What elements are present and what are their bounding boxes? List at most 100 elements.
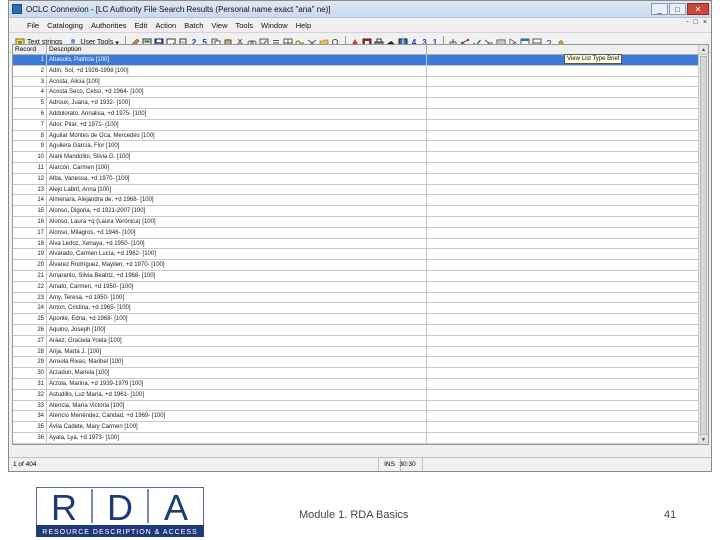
- mdi-minimize-button[interactable]: -: [686, 19, 688, 26]
- empty-cell: [427, 422, 698, 432]
- record-description: Amy, Teresa, +d 1950- [100]: [47, 292, 427, 303]
- record-number: 33: [13, 400, 47, 411]
- table-row[interactable]: 24 Anton, Cristina, +d 1965- [100]: [13, 303, 698, 315]
- record-number: 6: [13, 108, 47, 119]
- empty-cell: [427, 390, 698, 400]
- app-icon: [12, 4, 22, 14]
- menu-action[interactable]: Action: [151, 21, 180, 30]
- table-row[interactable]: 13 Alejo Labrit, Anna [100]: [13, 184, 698, 196]
- table-row[interactable]: 36 Ayala, Lya, +d 1973- [100]: [13, 432, 698, 444]
- scroll-down-icon[interactable]: ▼: [699, 434, 708, 444]
- column-header-description[interactable]: Description: [47, 45, 427, 54]
- window-title: OCLC Connexion - [LC Authority File Sear…: [26, 4, 331, 14]
- table-row[interactable]: 17 Alonso, Milagros, +d 1946- [100]: [13, 227, 698, 239]
- page-number: 41: [664, 509, 677, 521]
- table-row[interactable]: 14 Almenara, Alejandra de, +d 1968- [100]: [13, 195, 698, 207]
- record-number: 31: [13, 378, 47, 389]
- record-number: 14: [13, 195, 47, 206]
- menu-edit[interactable]: Edit: [130, 21, 151, 30]
- table-row[interactable]: 31 Arzola, Marina, +d 1939-1979 [100]: [13, 378, 698, 390]
- table-row[interactable]: 28 Arija, Marta J. [100]: [13, 346, 698, 358]
- menu-view[interactable]: View: [207, 21, 231, 30]
- table-row[interactable]: 34 Atencio Menéndez, Candad, +d 1969- [10…: [13, 411, 698, 423]
- record-number: 8: [13, 130, 47, 141]
- empty-cell: [427, 131, 698, 141]
- table-row[interactable]: 33 Atencia, María Victoria [100]: [13, 400, 698, 412]
- mdi-close-button[interactable]: ×: [703, 19, 707, 26]
- table-row[interactable]: 32 Astudillo, Luz María, +d 1961- [100]: [13, 389, 698, 401]
- table-row[interactable]: 6 Addolorato, Annalisa, +d 1975- [100]: [13, 108, 698, 120]
- empty-cell: [427, 66, 698, 76]
- record-description: Alonso, Milagros, +d 1946- [100]: [47, 227, 427, 238]
- menu-file[interactable]: File: [23, 21, 43, 30]
- empty-cell: [427, 303, 698, 313]
- empty-cell: [427, 314, 698, 324]
- table-row[interactable]: 23 Amy, Teresa, +d 1950- [100]: [13, 292, 698, 304]
- scroll-thumb[interactable]: [700, 56, 707, 436]
- table-row[interactable]: 29 Arreola Rivas, Maribel [100]: [13, 357, 698, 369]
- record-description: Arzola, Marina, +d 1939-1979 [100]: [47, 378, 427, 389]
- table-row[interactable]: 18 Alva Ledoz, Xenaya, +d 1950- [100]: [13, 238, 698, 250]
- empty-cell: [427, 347, 698, 357]
- empty-cell: [427, 357, 698, 367]
- menu-bar: File Cataloging Authorities Edit Action …: [9, 18, 711, 33]
- menu-tools[interactable]: Tools: [232, 21, 258, 30]
- table-row[interactable]: 5 Adroux, Juana, +d 1932- [100]: [13, 98, 698, 109]
- menu-batch[interactable]: Batch: [180, 21, 207, 30]
- table-row[interactable]: 25 Aponte, Edna, +d 1968- [100]: [13, 314, 698, 325]
- logo-letter-d: D: [107, 487, 133, 528]
- table-row[interactable]: 9 Aguilera García, Flor [100]: [13, 141, 698, 153]
- empty-cell: [427, 206, 698, 216]
- table-row[interactable]: 12 Alba, Vanessa, +d 1970- [100]: [13, 173, 698, 185]
- logo-letter-r: R: [51, 487, 77, 528]
- empty-cell: [427, 141, 698, 151]
- table-row[interactable]: 27 Aráez, Graciela Yoela [100]: [13, 335, 698, 347]
- search-results-grid: Record Description 1 Abasolo, Patricia [1…: [12, 44, 709, 445]
- menu-cataloging[interactable]: Cataloging: [43, 21, 87, 30]
- menu-help[interactable]: Help: [292, 21, 315, 30]
- record-number: 13: [13, 184, 47, 195]
- title-bar: OCLC Connexion - [LC Authority File Sear…: [9, 1, 711, 18]
- scroll-up-icon[interactable]: ▲: [699, 45, 708, 55]
- table-row[interactable]: 37Ayala, María Corina, +d 1957- [100]: [13, 443, 698, 444]
- record-number: 27: [13, 335, 47, 346]
- table-row[interactable]: 35 Ávila Cadete, Mary Carmen [100]: [13, 422, 698, 433]
- minimize-button[interactable]: _: [651, 3, 668, 15]
- empty-cell: [427, 98, 698, 108]
- table-row[interactable]: 19 Alvarado, Carmen Lucía, +d 1962- [100]: [13, 249, 698, 261]
- table-row[interactable]: 16 Alonso, Laura +q (Laura Verónica) [100…: [13, 216, 698, 228]
- table-row[interactable]: 21 Amaranto, Silvia Beatriz, +d 1968- [10…: [13, 270, 698, 282]
- maximize-button[interactable]: □: [669, 3, 686, 15]
- record-number: 34: [13, 411, 47, 422]
- table-row[interactable]: 26 Aquino, Joseph [100]: [13, 324, 698, 336]
- empty-cell: [427, 433, 698, 443]
- table-row[interactable]: 10 Alani Mandolini, Silvia G. [100]: [13, 152, 698, 163]
- record-description: Alarcón, Carmen [100]: [47, 162, 427, 173]
- empty-cell: [427, 195, 698, 205]
- table-row[interactable]: 15 Alonso, Digoria, +d 1921-2007 [100]: [13, 206, 698, 217]
- table-row[interactable]: 11 Alarcón, Carmen [100]: [13, 162, 698, 174]
- table-row[interactable]: 4 Acosta Seco, Celso, +d 1964- [100]: [13, 87, 698, 99]
- table-row[interactable]: 3 Acosta, Alicia [100]: [13, 76, 698, 88]
- table-row[interactable]: 2 Adin, Sol, +d 1926-1998 [100]: [13, 65, 698, 77]
- record-description: Alba, Vanessa, +d 1970- [100]: [47, 173, 427, 184]
- column-header-record[interactable]: Record: [13, 45, 47, 54]
- table-row[interactable]: 22 Amato, Carmen, +d 1950- [100]: [13, 281, 698, 293]
- table-row[interactable]: 30 Arzadun, Mariela [100]: [13, 368, 698, 379]
- menu-window[interactable]: Window: [257, 21, 292, 30]
- record-number: 4: [13, 87, 47, 98]
- menu-authorities[interactable]: Authorities: [87, 21, 130, 30]
- record-description: Ayala, Lya, +d 1973- [100]: [47, 432, 427, 443]
- table-row[interactable]: 7 Ador, Pilar, +d 1971- [100]: [13, 119, 698, 131]
- close-button[interactable]: ✕: [687, 3, 709, 15]
- table-row[interactable]: 8 Aguilar Montes de Oca, Mercedes [100]: [13, 130, 698, 142]
- record-number: 7: [13, 119, 47, 130]
- mdi-restore-button[interactable]: □: [694, 19, 698, 26]
- vertical-scrollbar[interactable]: ▲ ▼: [698, 45, 708, 444]
- record-number: 3: [13, 76, 47, 87]
- record-number: 20: [13, 260, 47, 270]
- record-number: 15: [13, 206, 47, 216]
- table-row[interactable]: 20 Álvarez Rodríguez, Mayilen, +d 1970- […: [13, 260, 698, 271]
- empty-cell: [427, 368, 698, 378]
- app-window: OCLC Connexion - [LC Authority File Sear…: [8, 0, 712, 472]
